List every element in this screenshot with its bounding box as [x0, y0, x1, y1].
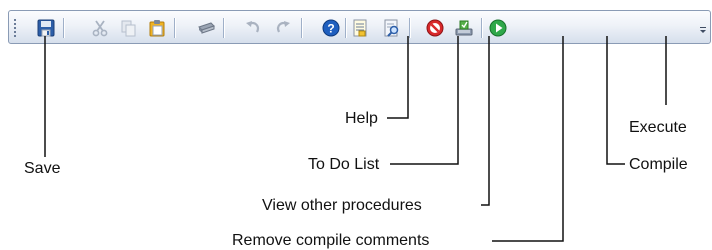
toolbar-callout-diagram: ? Save Help To Do List View other proced… [0, 0, 712, 250]
todo-callout-label: To Do List [308, 156, 380, 173]
remove-compile-comments-callout-label: Remove compile comments [232, 232, 430, 249]
help-callout-label: Help [345, 110, 378, 127]
remove-compile-comments-callout-line [492, 36, 564, 242]
view-procedures-callout-line [481, 36, 490, 206]
view-procedures-callout-label: View other procedures [262, 197, 422, 214]
todo-callout-line [390, 36, 459, 165]
execute-callout-label: Execute [629, 119, 687, 136]
save-callout-label: Save [24, 160, 61, 177]
help-callout-line [387, 36, 409, 119]
compile-callout-line [606, 36, 625, 165]
compile-callout-label: Compile [629, 156, 688, 173]
